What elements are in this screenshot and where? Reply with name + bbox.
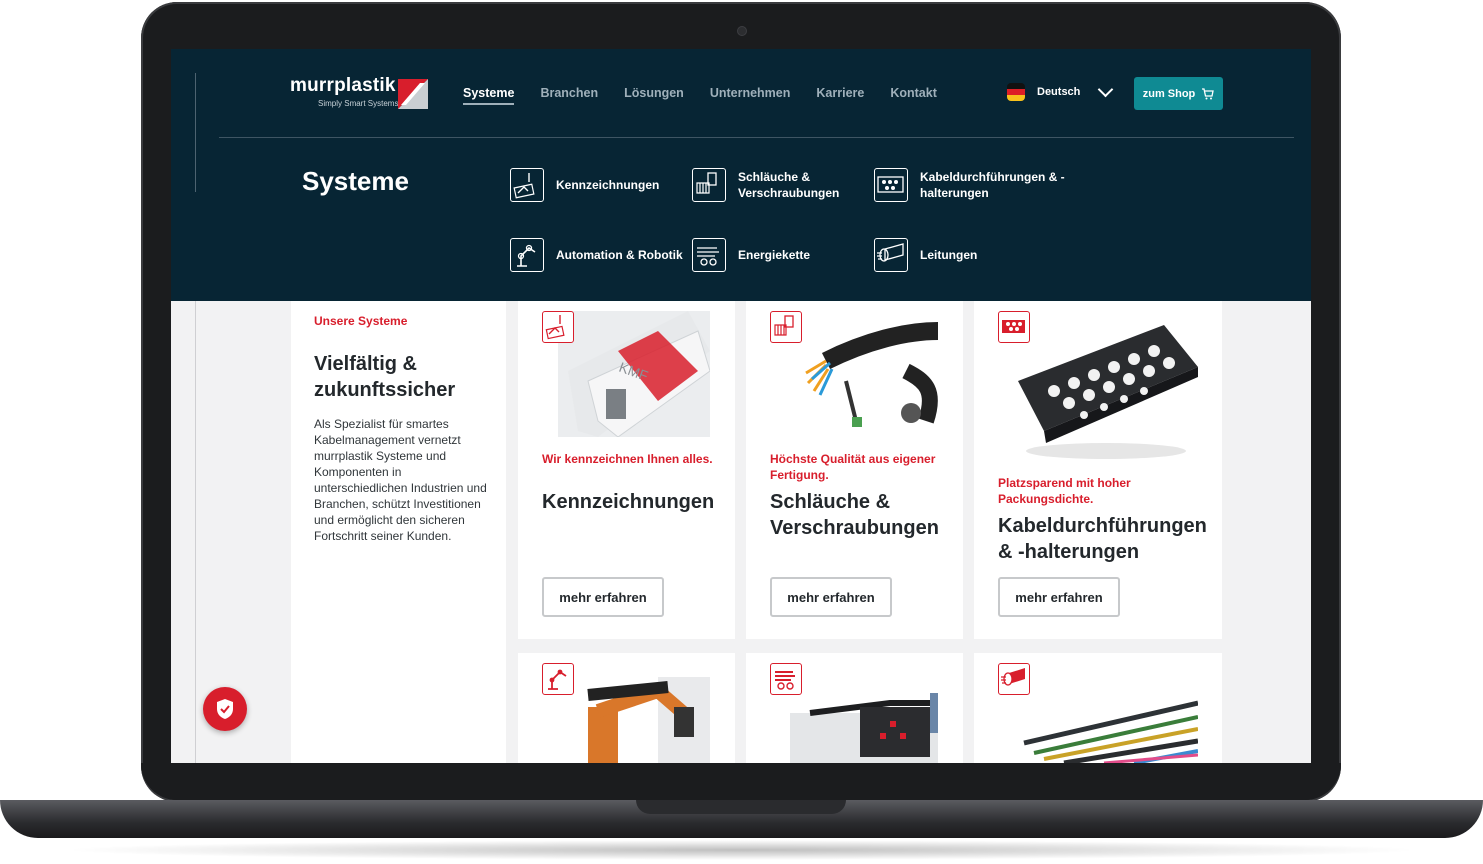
shop-button[interactable]: zum Shop [1134, 77, 1223, 110]
cable-entry-icon [998, 311, 1030, 343]
nav-branchen[interactable]: Branchen [540, 86, 598, 100]
language-selector[interactable]: Deutsch [1007, 81, 1114, 101]
cable-entry-icon [874, 168, 908, 202]
logo-tagline: Simply Smart Systems [318, 99, 399, 108]
nav-systeme[interactable]: Systeme [463, 86, 515, 105]
content-divider [195, 301, 196, 763]
card-title: Schläuche & Verschraubungen [770, 491, 939, 539]
card-tagline: Höchste Qualität aus eigener Fertigung. [770, 452, 936, 482]
robot-arm-icon [542, 663, 574, 695]
energy-chain-icon [692, 238, 726, 272]
mega-item-automation[interactable]: Automation & Robotik [510, 238, 683, 272]
more-button[interactable]: mehr erfahren [998, 577, 1120, 617]
mega-item-label: Energiekette [738, 248, 811, 262]
chevron-down-icon [1098, 81, 1114, 98]
more-button[interactable]: mehr erfahren [542, 577, 664, 617]
cable-icon [874, 238, 908, 272]
laptop-shadow [60, 840, 1423, 860]
mega-menu-title: Systeme [302, 166, 409, 196]
hose-icon [692, 168, 726, 202]
nav-kontakt[interactable]: Kontakt [890, 86, 937, 100]
divider-horizontal [219, 137, 1294, 138]
mega-item-label: Schläuche & Verschraubungen [738, 170, 840, 200]
card-tagline: Wir kennzeichnen Ihnen alles. [542, 452, 713, 466]
mega-item-label: Kabeldurchführungen & -halterungen [920, 170, 1065, 200]
system-card-schlaeuche[interactable]: Höchste Qualität aus eigener Fertigung. … [746, 301, 963, 639]
marking-product-image: KMF [558, 311, 710, 437]
mega-item-label: Leitungen [920, 248, 978, 262]
intro-title: Vielfältig & zukunftssicher [314, 353, 456, 401]
mega-item-leitungen[interactable]: Leitungen [874, 238, 977, 272]
bezel-bottom [141, 763, 1341, 800]
intro-eyebrow: Unsere Systeme [314, 314, 408, 328]
laptop-notch [636, 800, 846, 814]
camera [737, 26, 747, 36]
privacy-shield-button[interactable] [203, 687, 247, 731]
system-card-kennzeichnungen[interactable]: KMF Wir kennzeichnen Ihnen alles. Kennze… [518, 301, 735, 639]
shop-button-label: zum Shop [1142, 87, 1196, 100]
system-card-automation[interactable] [518, 653, 735, 763]
system-card-leitungen[interactable] [974, 653, 1222, 763]
system-card-kabeldurchfuehrungen[interactable]: Platzsparend mit hoher Packungsdichte. K… [974, 301, 1222, 639]
main-nav: Systeme Branchen Lösungen Unternehmen Ka… [463, 86, 963, 105]
nav-karriere[interactable]: Karriere [816, 86, 864, 100]
cable-entry-product-image [1014, 311, 1198, 461]
marking-icon [542, 311, 574, 343]
card-title: Kennzeichnungen [542, 491, 715, 513]
more-button[interactable]: mehr erfahren [770, 577, 892, 617]
energy-chain-product-image [790, 693, 938, 763]
system-card-energiekette[interactable] [746, 653, 963, 763]
mega-menu-header: murrplastik Simply Smart Systems Systeme… [171, 49, 1311, 301]
intro-panel: Unsere Systeme Vielfältig & zukunftssich… [291, 301, 506, 763]
hose-product-image [786, 311, 938, 437]
card-title: Kabeldurchführungen & -halterungen [998, 515, 1207, 563]
mega-item-label: Automation & Robotik [556, 248, 683, 262]
divider-vertical [195, 73, 196, 192]
nav-unternehmen[interactable]: Unternehmen [710, 86, 791, 100]
cart-icon [1202, 87, 1215, 99]
hose-icon [770, 311, 802, 343]
german-flag-icon [1007, 83, 1025, 101]
robot-arm-icon [510, 238, 544, 272]
logo-mark-icon [398, 79, 428, 109]
energy-chain-icon [770, 663, 802, 695]
cable-product-image [1014, 693, 1198, 763]
language-label: Deutsch [1037, 86, 1081, 98]
cable-icon [998, 663, 1030, 695]
mega-item-schlaeuche[interactable]: Schläuche & Verschraubungen [692, 168, 888, 202]
browser-screen: murrplastik Simply Smart Systems Systeme… [171, 49, 1311, 763]
mega-item-kennzeichnungen[interactable]: Kennzeichnungen [510, 168, 659, 202]
mega-item-kabeldurchfuehrungen[interactable]: Kabeldurchführungen & -halterungen [874, 168, 1070, 202]
shield-check-icon [217, 699, 233, 719]
mega-item-energiekette[interactable]: Energiekette [692, 238, 810, 272]
logo-wordmark: murrplastik [290, 75, 396, 96]
marking-icon [510, 168, 544, 202]
card-tagline: Platzsparend mit hoher Packungsdichte. [998, 476, 1131, 506]
nav-loesungen[interactable]: Lösungen [624, 86, 684, 100]
mega-item-label: Kennzeichnungen [556, 178, 660, 192]
intro-body: Als Spezialist für smartes Kabelmanageme… [314, 417, 487, 543]
